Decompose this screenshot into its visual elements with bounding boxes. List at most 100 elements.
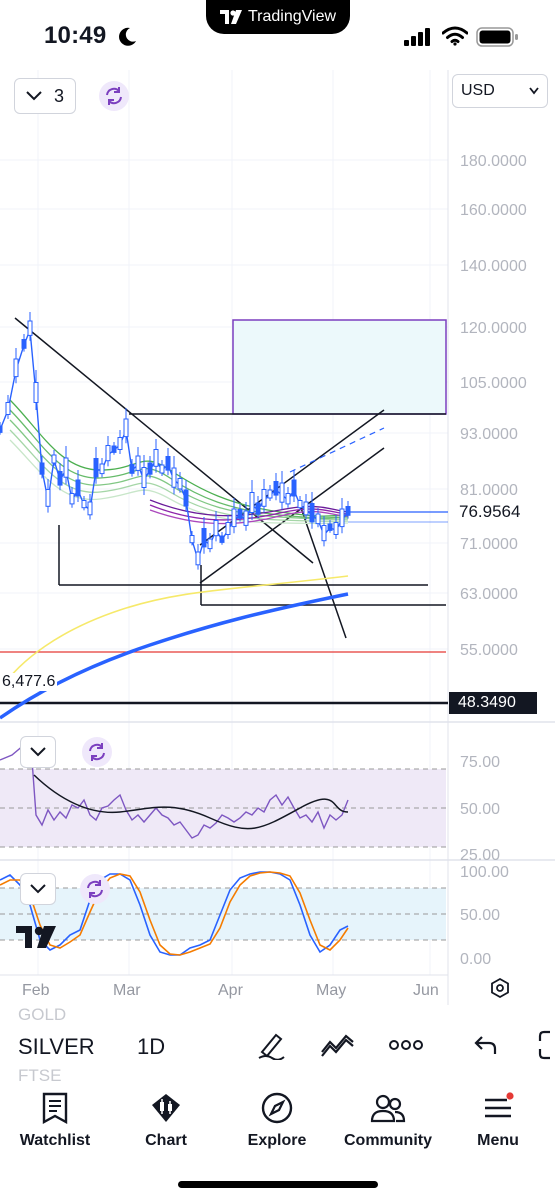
rsi-label: 75.00	[460, 754, 500, 771]
month-label: Apr	[218, 982, 244, 999]
candle-body	[249, 492, 255, 513]
nav-explore[interactable]: Explore	[222, 1092, 332, 1150]
candle-body	[21, 339, 27, 349]
tradingview-pill: TradingView	[206, 0, 350, 34]
candle-body	[153, 449, 159, 467]
nav-label: Community	[344, 1132, 432, 1149]
rsi-pane-collapse-button[interactable]	[20, 736, 56, 768]
status-time: 10:49	[44, 22, 107, 49]
nav-menu[interactable]: Menu	[443, 1092, 553, 1150]
candle-body	[129, 464, 135, 474]
interval-count: 3	[53, 85, 64, 106]
battery-icon	[476, 27, 518, 47]
candle-body	[99, 463, 105, 475]
candle-body	[105, 445, 111, 462]
candle-body	[195, 551, 201, 566]
left-value-label: 6,477.6	[0, 673, 58, 691]
indicators-icon[interactable]	[320, 1032, 356, 1058]
candle-body	[123, 418, 129, 438]
candle-body	[243, 510, 249, 526]
candle-body	[33, 382, 39, 403]
candle-body	[279, 482, 285, 503]
candle-body	[63, 457, 69, 478]
price-label: 71.0000	[460, 536, 518, 553]
more-icon[interactable]	[389, 1038, 423, 1052]
candle-body	[297, 500, 303, 509]
wifi-icon	[442, 26, 468, 46]
sync-button[interactable]	[99, 81, 129, 111]
price-label: 180.0000	[460, 153, 527, 170]
rsi-sync-button[interactable]	[82, 737, 112, 767]
tradingview-logo-icon	[219, 10, 242, 24]
candle-body	[237, 509, 243, 519]
ma-200-line	[0, 592, 349, 720]
candle-body	[117, 437, 123, 450]
price-label: 93.0000	[460, 426, 518, 443]
interval-dropdown[interactable]: 3	[14, 78, 76, 114]
refresh-icon	[87, 880, 103, 898]
candle-body	[165, 456, 171, 471]
nav-community[interactable]: Community	[333, 1092, 443, 1150]
price-axis: 180.0000 160.0000 140.0000 120.0000 105.…	[460, 153, 527, 659]
candle-body	[135, 455, 141, 471]
candle-body	[321, 525, 327, 542]
home-indicator	[178, 1181, 378, 1188]
candle-body	[111, 445, 117, 453]
candle-body	[309, 503, 315, 523]
candle-body	[207, 538, 213, 550]
currency-dropdown[interactable]: USD	[452, 74, 548, 108]
chart-canvas[interactable]: 180.0000 160.0000 140.0000 120.0000 105.…	[0, 70, 555, 1020]
price-label: 140.0000	[460, 258, 527, 275]
app-pill-label: TradingView	[247, 8, 337, 25]
settings-hex-icon[interactable]	[491, 977, 509, 999]
candle-body	[57, 471, 63, 486]
candle-body	[39, 462, 45, 475]
rsi-label: 50.00	[460, 801, 500, 818]
candle-body	[141, 467, 147, 488]
month-label: Jun	[413, 982, 439, 999]
chevron-down-icon	[30, 747, 46, 757]
symbol-button[interactable]: SILVER	[18, 1034, 95, 1060]
fullscreen-icon[interactable]	[538, 1030, 555, 1060]
compass-icon	[261, 1092, 293, 1124]
candle-body	[333, 522, 339, 535]
undo-icon[interactable]	[474, 1034, 498, 1056]
chevron-down-icon	[26, 91, 42, 101]
refresh-icon	[106, 87, 122, 105]
nav-label: Explore	[247, 1132, 307, 1149]
stoch-label: 0.00	[460, 951, 491, 968]
candle-body	[171, 467, 177, 488]
month-label: Mar	[113, 982, 141, 999]
ma-ribbon	[9, 399, 349, 525]
candle-body	[27, 320, 33, 336]
price-label: 160.0000	[460, 202, 527, 219]
nav-label: Chart	[145, 1132, 187, 1149]
candle-body	[315, 513, 321, 525]
target-zone-rectangle[interactable]	[232, 319, 447, 415]
candle-body	[51, 454, 57, 464]
candle-body	[291, 479, 297, 497]
refresh-icon	[89, 743, 105, 761]
month-label: May	[316, 982, 346, 999]
price-label: 63.0000	[460, 586, 518, 603]
candle-body	[69, 493, 75, 505]
stoch-sync-button[interactable]	[80, 874, 110, 904]
stoch-pane-collapse-button[interactable]	[20, 873, 56, 905]
candle-body	[273, 481, 279, 496]
candle-body	[339, 508, 345, 528]
menu-icon	[485, 1092, 514, 1118]
candle-body	[45, 489, 51, 507]
draw-pen-icon[interactable]	[256, 1030, 286, 1060]
chevron-down-icon	[30, 884, 46, 894]
candle-body	[87, 501, 93, 516]
highlight-price-label: 48.3490	[449, 692, 537, 714]
currency-label: USD	[461, 82, 495, 99]
chart-icon	[152, 1094, 180, 1122]
rsi-axis: 75.00 50.00 25.00	[460, 754, 500, 864]
nav-chart[interactable]: Chart	[111, 1092, 221, 1150]
candle-body	[13, 358, 19, 378]
channel-mid-line[interactable]	[289, 427, 385, 473]
candle-body	[5, 402, 11, 415]
nav-watchlist[interactable]: Watchlist	[0, 1092, 110, 1150]
timeframe-button[interactable]: 1D	[137, 1034, 165, 1060]
